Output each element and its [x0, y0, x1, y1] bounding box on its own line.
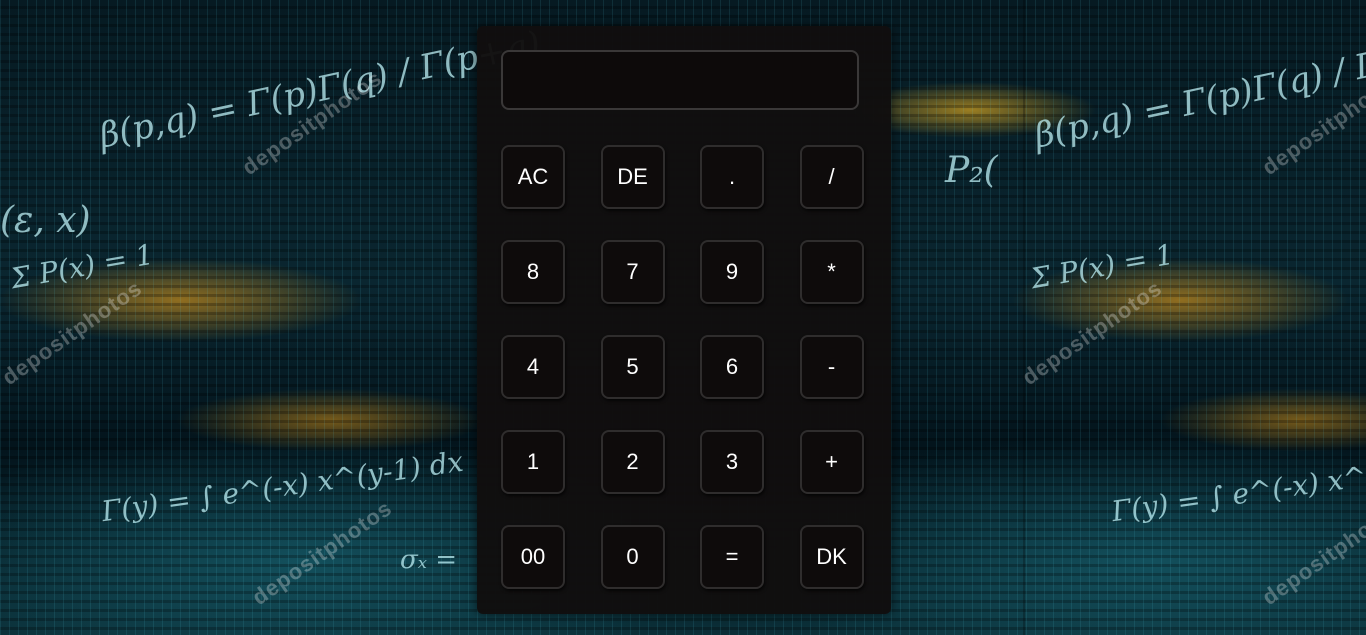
equals-button[interactable]: =	[700, 525, 764, 589]
digit-0-button[interactable]: 0	[600, 525, 665, 589]
digit-6-button[interactable]: 6	[700, 335, 764, 399]
add-button[interactable]: +	[799, 430, 864, 494]
digit-2-button[interactable]: 2	[600, 430, 665, 494]
decimal-point-button[interactable]: .	[700, 145, 764, 209]
subtract-button[interactable]: -	[799, 335, 864, 399]
multiply-button[interactable]: *	[799, 240, 864, 304]
delete-button[interactable]: DE	[600, 145, 665, 209]
calculator-display[interactable]	[501, 50, 859, 110]
calculator: AC DE . / 8 7 9 * 4 5 6 - 1 2 3 + 00 0 =…	[477, 26, 891, 614]
formula-epsilon-left: (ε, x)	[0, 200, 91, 241]
digit-4-button[interactable]: 4	[501, 335, 565, 399]
divide-button[interactable]: /	[799, 145, 864, 209]
digit-7-button[interactable]: 7	[600, 240, 665, 304]
keypad: AC DE . / 8 7 9 * 4 5 6 - 1 2 3 + 00 0 =…	[501, 145, 865, 589]
digit-3-button[interactable]: 3	[700, 430, 764, 494]
digit-1-button[interactable]: 1	[501, 430, 565, 494]
all-clear-button[interactable]: AC	[501, 145, 565, 209]
formula-sigma: σₓ =	[400, 545, 458, 575]
digit-5-button[interactable]: 5	[600, 335, 665, 399]
digit-8-button[interactable]: 8	[501, 240, 565, 304]
formula-p2: P₂(	[945, 150, 998, 191]
digit-9-button[interactable]: 9	[700, 240, 764, 304]
background-tile-seam	[1023, 0, 1025, 635]
double-zero-button[interactable]: 00	[501, 525, 565, 589]
dk-button[interactable]: DK	[799, 525, 864, 589]
